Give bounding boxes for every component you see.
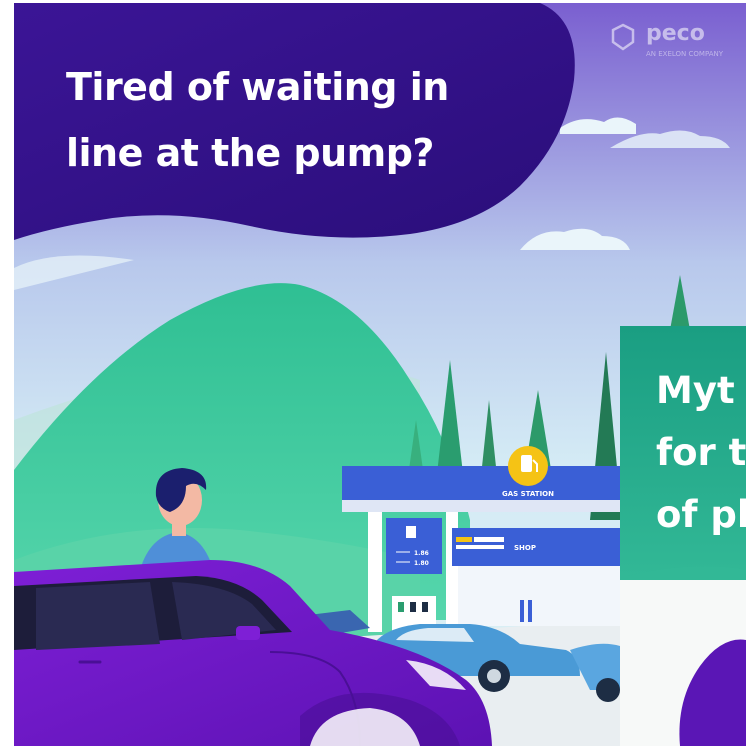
brand-logo: peco AN EXELON COMPANY bbox=[608, 20, 746, 64]
price-2: 1.80 bbox=[414, 560, 429, 567]
headline-line-1: Tired of waiting in bbox=[66, 65, 449, 109]
price-board-pump-icon bbox=[406, 526, 416, 538]
brand-tagline: AN EXELON COMPANY bbox=[646, 50, 724, 58]
next-card-headline: Myt for t of pl bbox=[656, 360, 746, 546]
station-canopy bbox=[342, 466, 620, 502]
peco-logo-icon bbox=[611, 23, 635, 51]
headline-line-2: line at the pump? bbox=[66, 131, 434, 175]
fuel-pump-icon bbox=[521, 455, 532, 472]
shop-window bbox=[458, 566, 620, 626]
next-card-line-3: of pl bbox=[656, 493, 746, 536]
slide: GAS STATION 1.86 1.80 SHOP Tired of wait… bbox=[0, 0, 746, 746]
canopy-trim bbox=[342, 500, 620, 512]
gas-station-label: GAS STATION bbox=[502, 490, 554, 498]
canopy-column bbox=[368, 512, 382, 632]
next-card-line-2: for t bbox=[656, 431, 746, 474]
shop-sign: SHOP bbox=[514, 544, 536, 552]
next-card: Myt for t of pl bbox=[620, 326, 746, 746]
price-1: 1.86 bbox=[414, 550, 429, 557]
brand-name: peco bbox=[646, 21, 705, 46]
headline: Tired of waiting in line at the pump? bbox=[66, 54, 449, 186]
next-card-line-1: Myt bbox=[656, 369, 735, 412]
